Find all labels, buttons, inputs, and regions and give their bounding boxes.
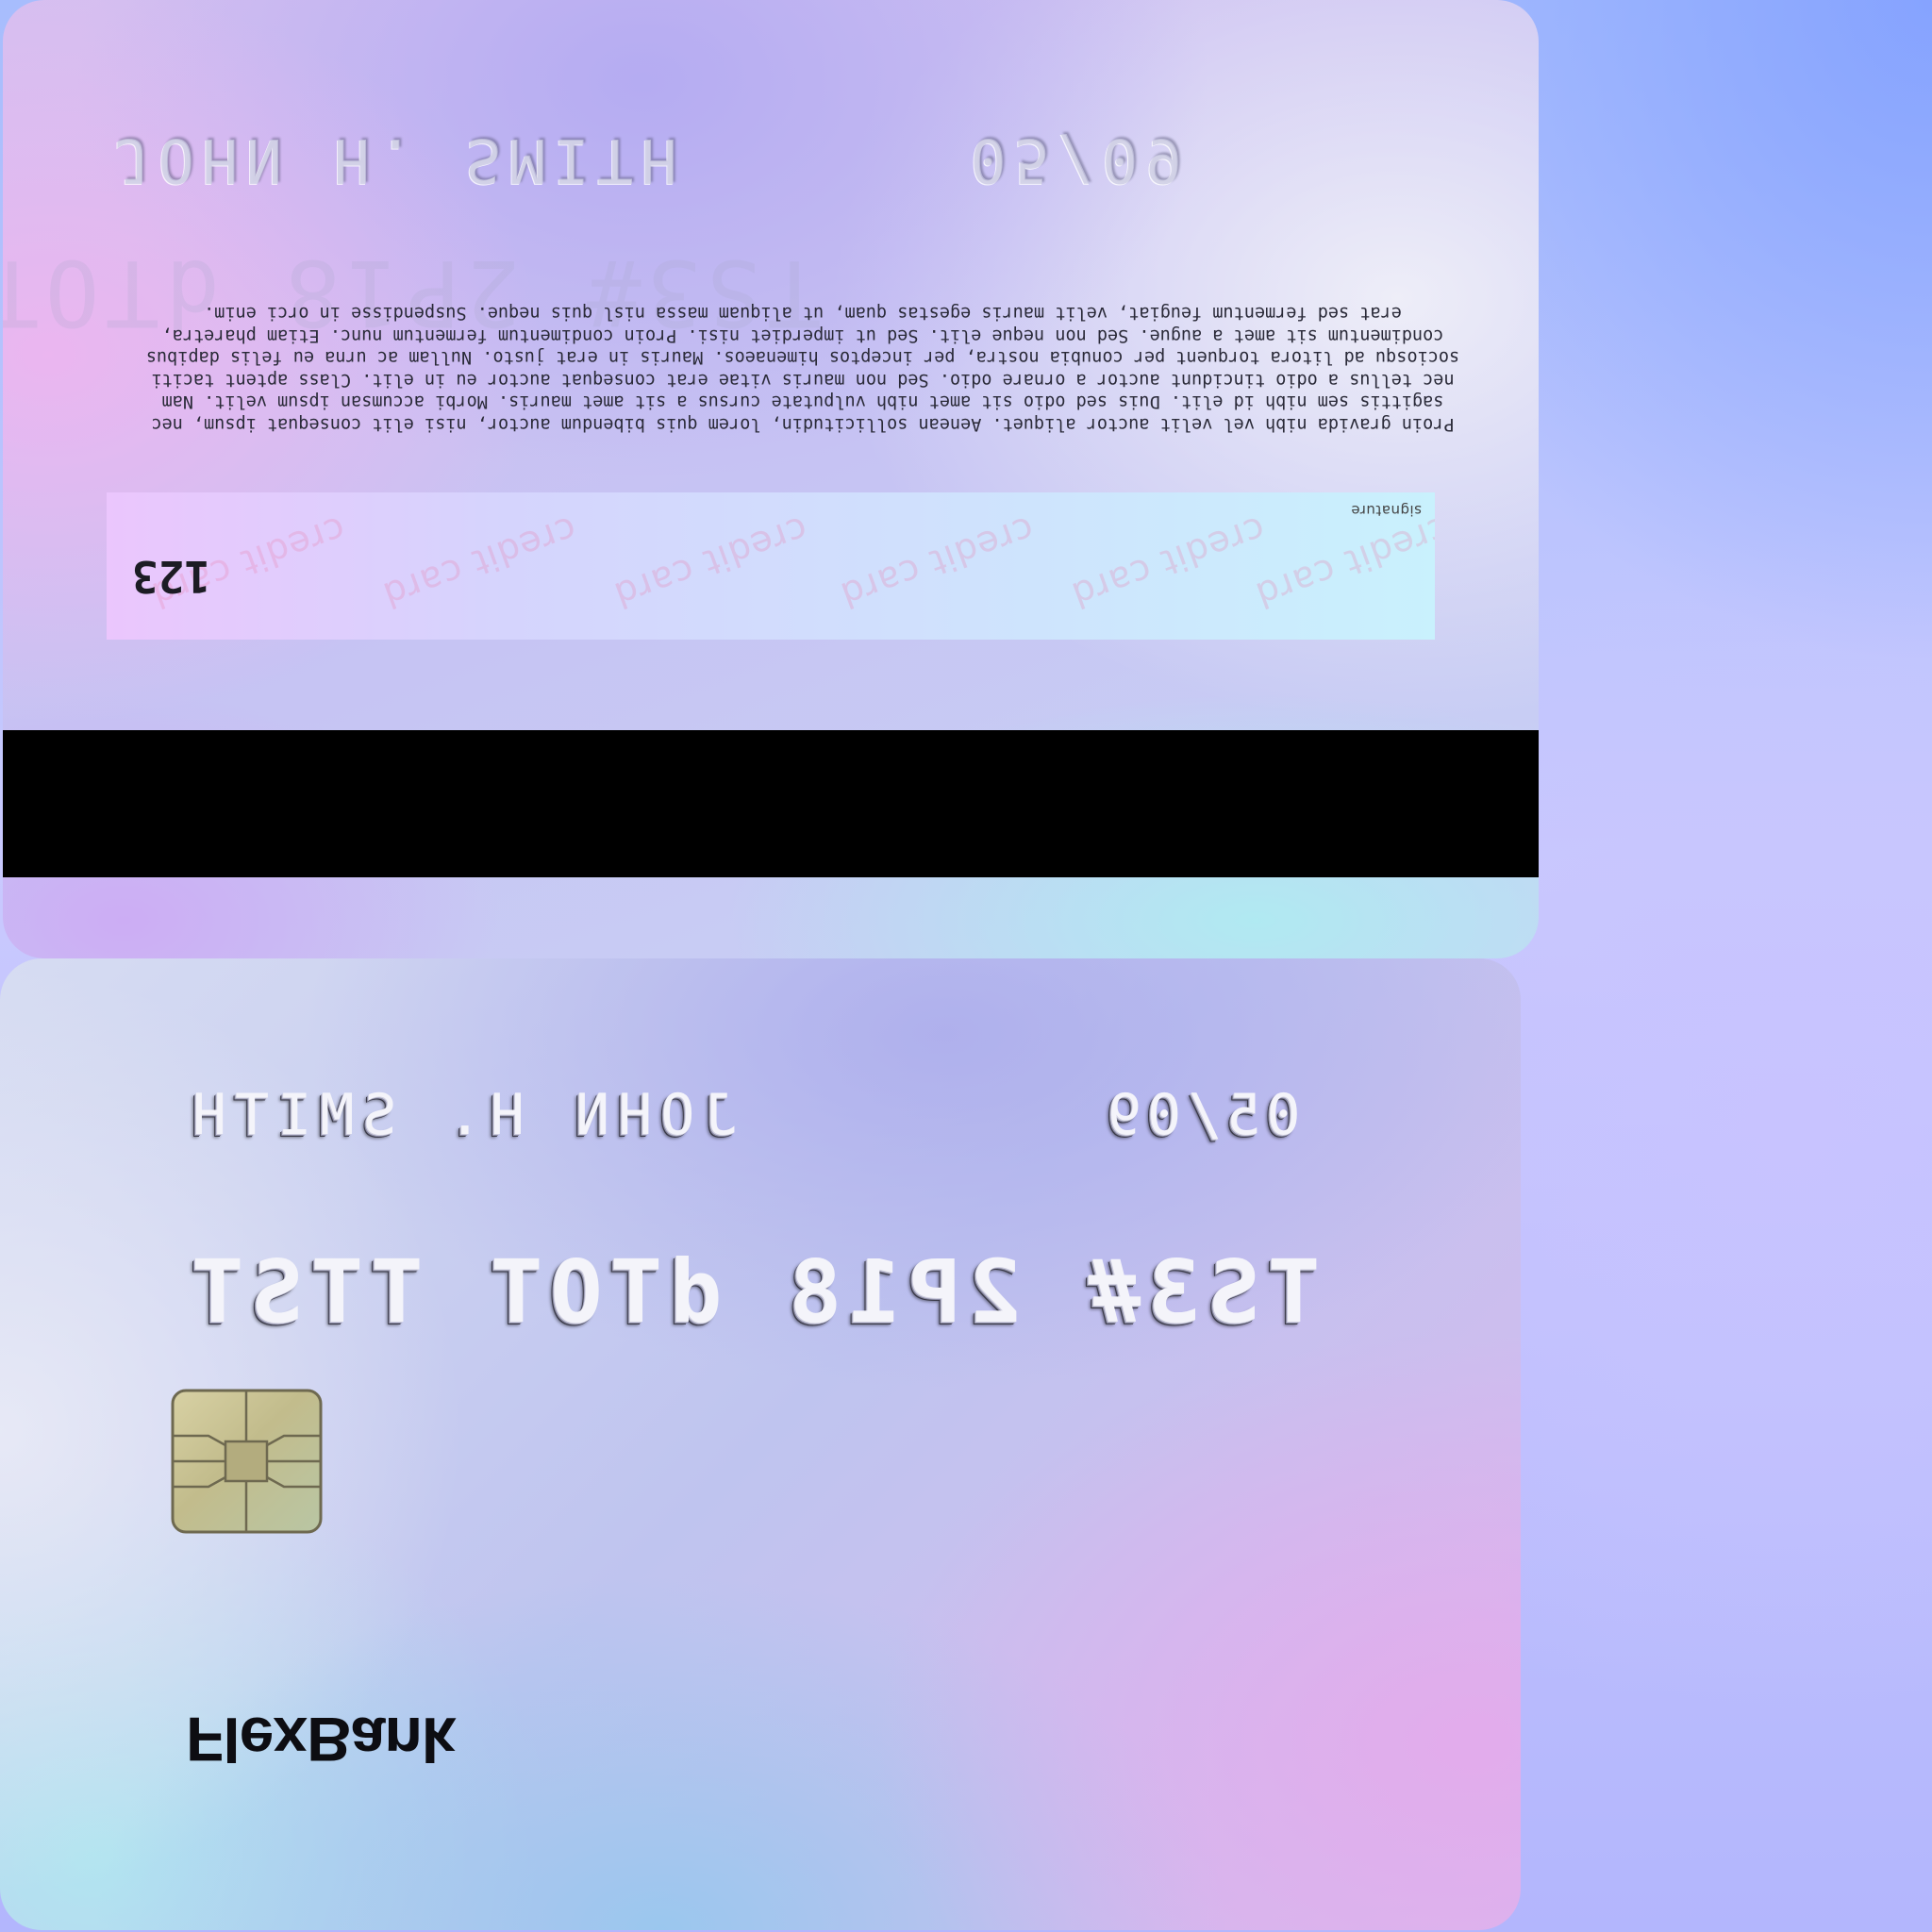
signature-label: signature bbox=[1350, 502, 1422, 519]
signature-watermark: credit card bbox=[1249, 508, 1435, 617]
fine-print: Proin gravida nibh vel velit auctor aliq… bbox=[145, 303, 1460, 435]
back-embossed-name: JOHN H. SMITH bbox=[114, 125, 685, 194]
bank-logo: FlexBank bbox=[186, 1705, 456, 1774]
signature-panel: credit card credit card credit card cred… bbox=[107, 492, 1435, 640]
expiry-date: 05/09 bbox=[1102, 1082, 1301, 1148]
signature-watermark: credit card bbox=[834, 508, 1041, 617]
cardholder-name: JOHN H. SMITH bbox=[184, 1082, 738, 1148]
card-back: credit card credit card credit card cred… bbox=[3, 0, 1539, 958]
signature-watermark: credit card bbox=[608, 508, 814, 617]
back-embossed-expiry: 05/09 bbox=[970, 125, 1190, 194]
emv-chip-icon bbox=[171, 1389, 323, 1534]
card-front: JOHN H. SMITH 05/09 TS3# 2P18 dTOT TTST … bbox=[0, 958, 1521, 1930]
signature-watermark: credit card bbox=[1065, 508, 1272, 617]
card-number: TS3# 2P18 dTOT TTST bbox=[184, 1241, 1321, 1342]
cvv-code: 123 bbox=[131, 551, 210, 602]
signature-watermark: credit card bbox=[376, 508, 583, 617]
magnetic-stripe bbox=[3, 730, 1539, 877]
